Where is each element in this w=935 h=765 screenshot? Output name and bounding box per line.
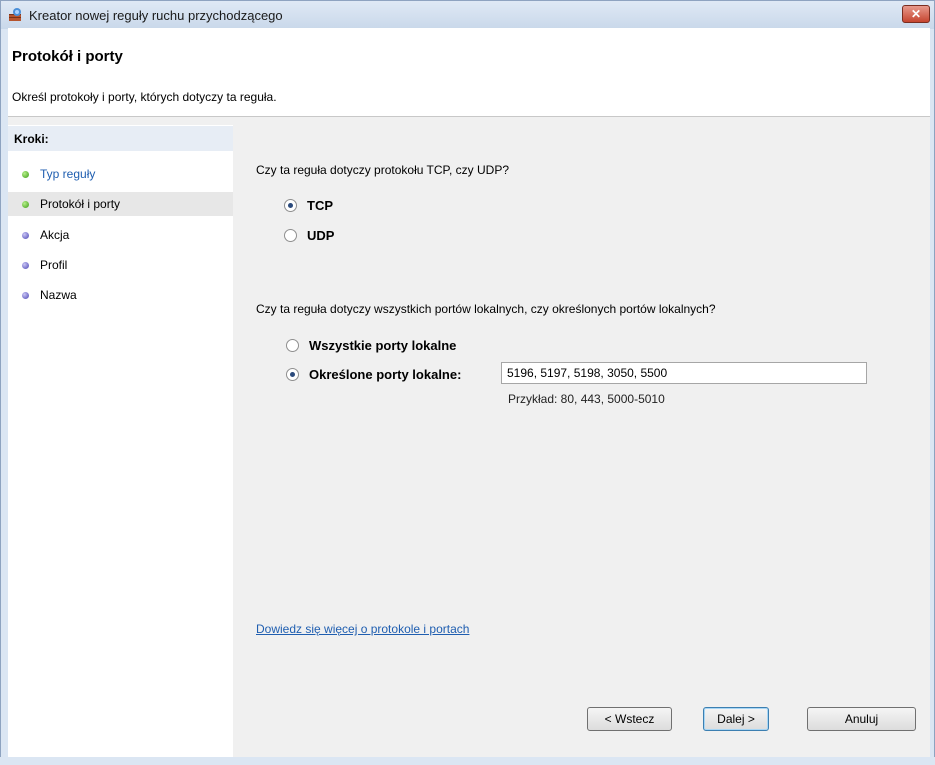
step-protokol-i-porty: Protokół i porty: [8, 192, 233, 216]
radio-tcp-label: TCP: [307, 198, 333, 213]
window-title: Kreator nowej reguły ruchu przychodząceg…: [29, 7, 283, 23]
radio-all-ports-label: Wszystkie porty lokalne: [309, 338, 457, 353]
step-label: Typ reguły: [40, 167, 96, 181]
wizard-header: Protokół i porty Określ protokoły i port…: [8, 28, 930, 116]
radio-all-ports[interactable]: Wszystkie porty lokalne: [286, 338, 456, 353]
radio-tcp[interactable]: TCP: [284, 198, 333, 213]
title-bar[interactable]: Kreator nowej reguły ruchu przychodząceg…: [1, 1, 934, 29]
radio-unchecked-icon[interactable]: [284, 229, 297, 242]
step-profil: Profil: [8, 253, 233, 277]
close-button[interactable]: ✕: [902, 5, 930, 23]
page-subtitle: Określ protokoły i porty, których dotycz…: [12, 90, 277, 104]
step-done-icon: [22, 170, 29, 178]
step-akcja: Akcja: [8, 223, 233, 247]
radio-specific-ports[interactable]: Określone porty lokalne:: [286, 367, 461, 382]
page-title: Protokół i porty: [12, 48, 123, 65]
step-label: Nazwa: [40, 288, 77, 302]
back-button[interactable]: < Wstecz: [587, 707, 672, 731]
step-label: Protokół i porty: [40, 197, 121, 211]
radio-udp[interactable]: UDP: [284, 228, 334, 243]
step-label: Akcja: [40, 228, 70, 242]
cancel-button[interactable]: Anuluj: [807, 707, 916, 731]
radio-checked-icon[interactable]: [284, 199, 297, 212]
step-typ-reguly[interactable]: Typ reguły: [8, 162, 233, 186]
step-pending-icon: [22, 291, 29, 299]
protocol-question: Czy ta reguła dotyczy protokołu TCP, czy…: [256, 163, 509, 177]
close-icon: ✕: [910, 7, 922, 21]
learn-more-link[interactable]: Dowiedz się więcej o protokole i portach: [256, 622, 469, 636]
radio-specific-ports-label: Określone porty lokalne:: [309, 367, 462, 382]
ports-question: Czy ta reguła dotyczy wszystkich portów …: [256, 302, 716, 316]
step-label: Profil: [40, 258, 68, 272]
firewall-icon: [7, 7, 23, 23]
content-panel: [233, 125, 930, 757]
step-pending-icon: [22, 231, 29, 239]
radio-checked-icon[interactable]: [286, 368, 299, 381]
radio-unchecked-icon[interactable]: [286, 339, 299, 352]
steps-sidebar: [8, 125, 233, 757]
header-divider: [8, 116, 930, 125]
radio-udp-label: UDP: [307, 228, 335, 243]
step-current-icon: [22, 200, 29, 208]
step-pending-icon: [22, 261, 29, 269]
window-bottom-border: [0, 757, 935, 765]
steps-heading: Kroki:: [8, 126, 233, 151]
next-button[interactable]: Dalej >: [703, 707, 769, 731]
step-nazwa: Nazwa: [8, 283, 233, 307]
ports-example: Przykład: 80, 443, 5000-5010: [508, 392, 665, 406]
specific-ports-input[interactable]: [501, 362, 867, 384]
